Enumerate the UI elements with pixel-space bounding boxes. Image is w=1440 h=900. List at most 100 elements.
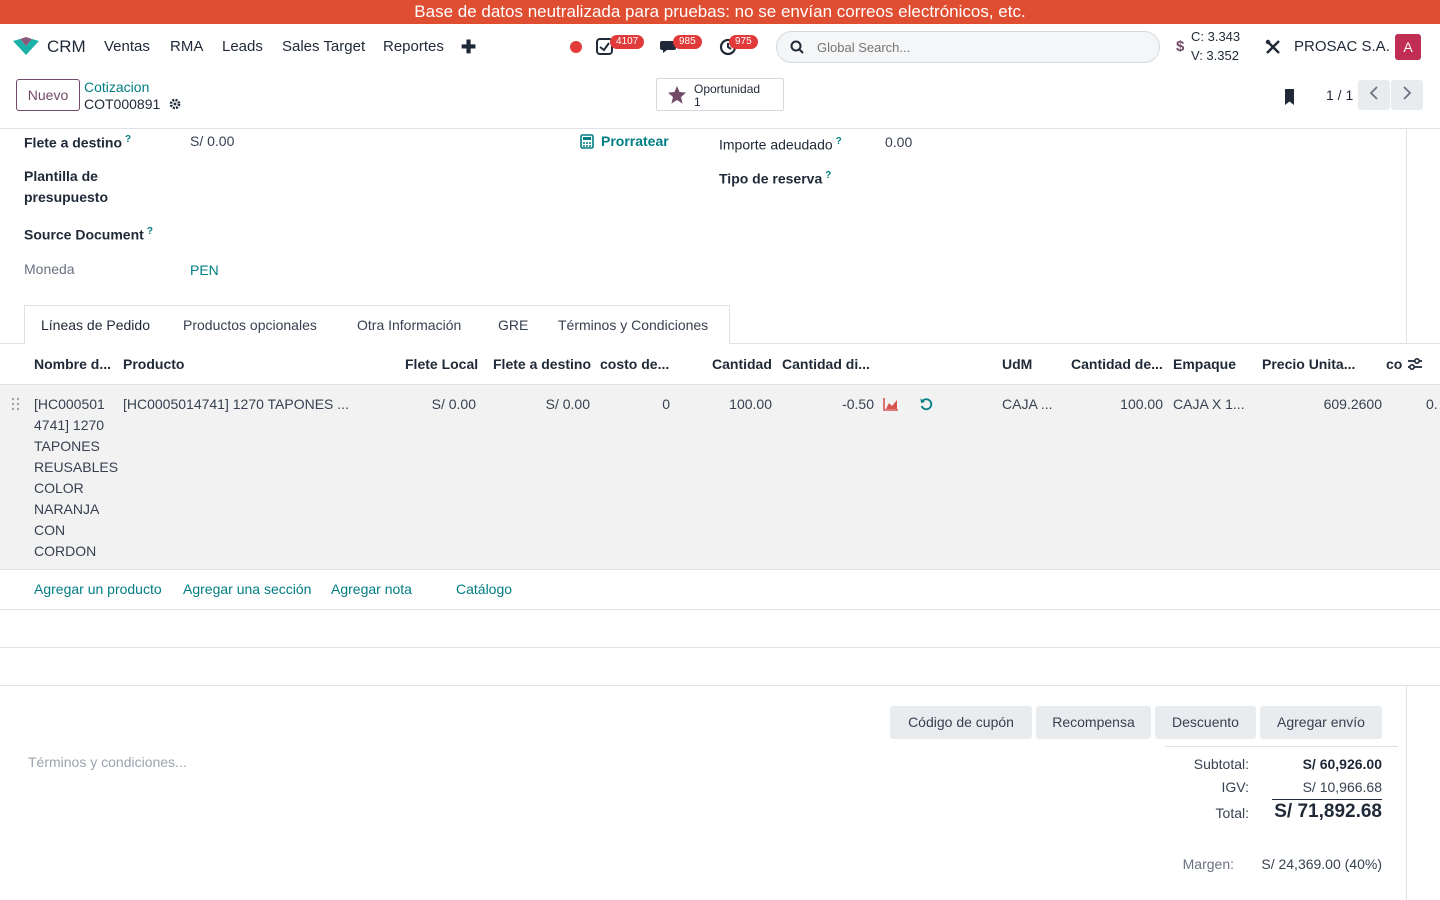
importe-adeudado-label: Importe adeudado? [719,136,842,153]
discount-button[interactable]: Descuento [1155,706,1256,739]
activity-badge: 4107 [610,35,645,49]
cell-flete-local[interactable]: S/ 0.00 [396,394,476,415]
nombre-line: [HC000501 [34,396,105,412]
record-status-dot-icon[interactable] [570,41,582,53]
col-costo[interactable]: costo de... [600,344,676,385]
moneda-label: Moneda [24,261,75,277]
cell-costo[interactable]: 0 [620,394,670,415]
add-section-link[interactable]: Agregar una sección [183,579,311,600]
flete-destino-label: Flete a destino? [24,134,132,151]
total-divider [1272,799,1382,800]
sheet-border-bottom [1406,686,1407,900]
importe-adeudado-value: 0.00 [885,134,913,150]
search-icon [790,40,804,57]
totals-top-border [1165,746,1398,747]
exchange-rate-buy: C: 3.343 [1191,29,1241,44]
col-udm[interactable]: UdM [1002,344,1032,385]
bookmark-icon[interactable] [1283,88,1297,109]
company-switcher[interactable]: PROSAC S.A. [1294,38,1390,55]
nombre-line: NARANJA [34,501,100,517]
nombre-line: 4741] 1270 [34,417,105,433]
col-cantidad[interactable]: Cantidad [712,344,772,385]
nombre-line: TAPONES [34,438,100,454]
moneda-value[interactable]: PEN [190,262,219,278]
smart-button-label: Oportunidad [694,82,761,96]
pager-next-button[interactable] [1391,80,1423,110]
igv-value: S/ 10,966.68 [1302,779,1382,795]
col-flete-local[interactable]: Flete Local [405,344,478,385]
menu-leads[interactable]: Leads [222,24,263,70]
menu-sales-target[interactable]: Sales Target [282,24,365,70]
add-product-link[interactable]: Agregar un producto [34,579,162,600]
cell-udm[interactable]: CAJA ... [1002,394,1053,415]
col-cantidad-empaque[interactable]: Cantidad de... [1071,344,1167,385]
plantilla-label-line1: Plantilla de [24,168,98,184]
reward-button[interactable]: Recompensa [1036,706,1151,739]
tab-lineas-pedido[interactable]: Líneas de Pedido [24,305,168,345]
cell-cantidad-disp: -0.50 [842,396,874,412]
col-nombre[interactable]: Nombre d... [34,344,116,385]
margin-value: S/ 24,369.00 (40%) [1261,856,1382,872]
cell-precio-unitario[interactable]: 609.2600 [1270,394,1382,415]
col-producto[interactable]: Producto [123,344,184,385]
tab-productos-opcionales[interactable]: Productos opcionales [167,305,342,344]
forecast-chart-icon[interactable] [883,397,899,414]
add-note-link[interactable]: Agregar nota [331,579,412,600]
refresh-icon[interactable] [919,397,934,415]
tab-otra-informacion[interactable]: Otra Información [341,305,483,344]
add-shipping-button[interactable]: Agregar envío [1260,706,1382,739]
breadcrumb-parent[interactable]: Cotizacion [84,79,149,95]
sheet-border [1406,129,1407,344]
drag-handle-icon[interactable] [11,397,21,414]
flete-destino-value[interactable]: S/ 0.00 [190,133,234,149]
timers-badge: 975 [729,35,758,49]
col-extra[interactable]: co [1386,344,1406,385]
cell-nombre[interactable]: [HC000501 4741] 1270 TAPONES REUSABLES C… [34,394,118,562]
menu-reportes[interactable]: Reportes [383,24,444,70]
cell-producto[interactable]: [HC0005014741] 1270 TAPONES ... [123,394,349,415]
row-divider [0,609,1440,610]
tools-icon[interactable] [1265,39,1281,58]
odoo-app-icon[interactable] [12,37,40,57]
col-cantidad-disp[interactable]: Cantidad di... [782,344,874,385]
menu-ventas[interactable]: Ventas [104,24,150,70]
terms-conditions-input[interactable]: Términos y condiciones... [28,754,187,770]
pager-previous-button[interactable] [1358,80,1390,110]
nombre-line: COLOR [34,480,84,496]
catalog-link[interactable]: Catálogo [456,579,512,600]
subtotal-label: Subtotal: [1193,756,1249,772]
user-avatar[interactable]: A [1395,34,1421,60]
row-divider [0,647,1440,648]
cell-cantidad[interactable]: 100.00 [700,394,772,415]
cell-empaque[interactable]: CAJA X 1... [1173,394,1245,415]
igv-label: IGV: [1221,779,1250,795]
subtotal-value: S/ 60,926.00 [1302,756,1382,772]
optional-columns-toggle-icon[interactable] [1407,357,1423,374]
new-button[interactable]: Nuevo [16,79,80,111]
messages-badge: 985 [673,35,702,49]
nombre-line: CON [34,522,66,538]
calculator-icon[interactable] [580,134,594,152]
opportunity-smart-button[interactable]: Oportunidad 1 [656,78,784,111]
app-name[interactable]: CRM [47,24,86,70]
cell-extra[interactable]: 0. [1426,394,1440,415]
total-value: S/ 71,892.68 [1274,801,1382,822]
tab-gre[interactable]: GRE [482,305,543,344]
col-precio-unitario[interactable]: Precio Unita... [1262,344,1358,385]
prorratear-button[interactable]: Prorratear [601,133,669,149]
coupon-code-button[interactable]: Código de cupón [890,706,1032,739]
global-search-box[interactable] [776,31,1160,63]
source-document-label: Source Document? [24,226,153,243]
cell-flete-destino[interactable]: S/ 0.00 [500,394,590,415]
neutralized-db-banner: Base de datos neutralizada para pruebas:… [0,0,1440,24]
col-empaque[interactable]: Empaque [1173,344,1236,385]
global-search-input[interactable] [817,32,1147,62]
tab-terminos-condiciones[interactable]: Términos y Condiciones [542,305,730,344]
plus-icon[interactable]: ✚ [461,24,476,70]
cell-cantidad-empaque[interactable]: 100.00 [1090,394,1163,415]
col-flete-destino[interactable]: Flete a destino [493,344,591,385]
exchange-rate-sell: V: 3.352 [1191,48,1239,63]
pager-value[interactable]: 1 / 1 [1326,87,1353,103]
gear-icon[interactable] [169,97,181,113]
menu-rma[interactable]: RMA [170,24,203,70]
